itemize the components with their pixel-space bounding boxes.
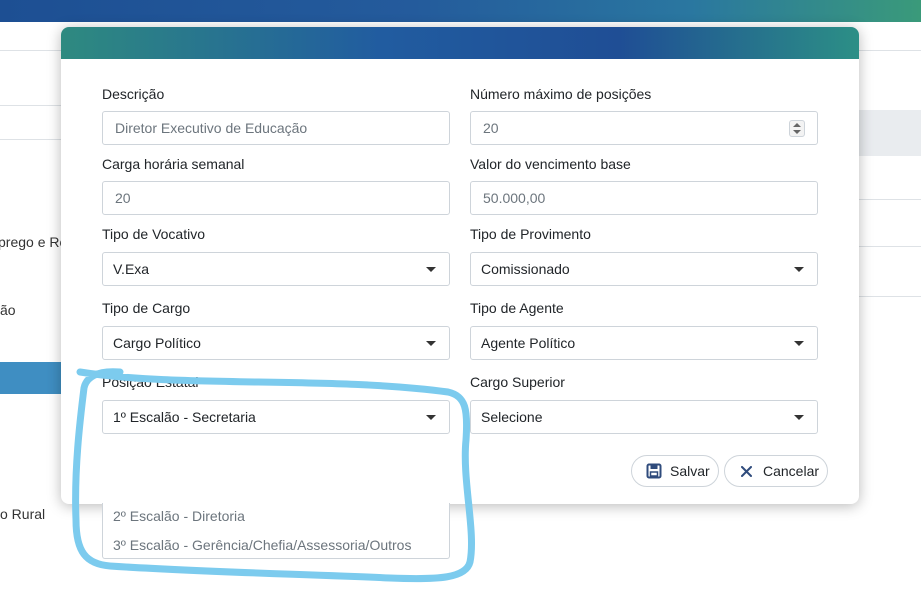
bg-divider — [859, 246, 921, 247]
tipo-provimento-select[interactable]: Comissionado — [470, 252, 818, 286]
valor-vencimento-input[interactable]: 50.000,00 — [470, 181, 818, 215]
save-button[interactable]: Salvar — [631, 455, 719, 487]
tipo-agente-select[interactable]: Agente Político — [470, 326, 818, 360]
descricao-input[interactable]: Diretor Executivo de Educação — [102, 111, 450, 145]
posicao-estatal-select[interactable]: 1º Escalão - Secretaria — [102, 400, 450, 434]
caret-down-icon — [794, 267, 804, 272]
cargo-superior-select[interactable]: Selecione — [470, 400, 818, 434]
tipo-vocativo-select[interactable]: V.Exa — [102, 252, 450, 286]
carga-horaria-label: Carga horária semanal — [102, 156, 245, 172]
caret-down-icon — [426, 415, 436, 420]
tipo-vocativo-label: Tipo de Vocativo — [102, 226, 205, 242]
bg-divider — [859, 296, 921, 297]
save-icon — [646, 463, 662, 479]
bg-text-emprego: prego e Re — [0, 234, 68, 250]
dropdown-option[interactable]: 2º Escalão - Diretoria — [113, 508, 245, 524]
spin-up-icon[interactable] — [793, 123, 801, 127]
dropdown-option[interactable]: 3º Escalão - Gerência/Chefia/Assessoria/… — [113, 537, 411, 553]
bg-table-header — [859, 110, 921, 156]
caret-down-icon — [794, 415, 804, 420]
descricao-label: Descrição — [102, 86, 165, 102]
caret-down-icon — [426, 341, 436, 346]
tipo-cargo-select[interactable]: Cargo Político — [102, 326, 450, 360]
posicao-estatal-value: 1º Escalão - Secretaria — [113, 409, 256, 425]
posicao-estatal-label: Posição Estatal — [102, 374, 199, 390]
tipo-provimento-value: Comissionado — [481, 261, 570, 277]
bg-divider — [859, 199, 921, 200]
cancel-button[interactable]: Cancelar — [724, 455, 828, 487]
edit-cargo-modal: Descrição Diretor Executivo de Educação … — [61, 27, 859, 504]
caret-down-icon — [794, 341, 804, 346]
cargo-superior-label: Cargo Superior — [470, 374, 565, 390]
tipo-agente-label: Tipo de Agente — [470, 300, 564, 316]
numero-maximo-label: Número máximo de posições — [470, 86, 652, 102]
carga-horaria-input[interactable]: 20 — [102, 181, 450, 215]
numero-maximo-value: 20 — [483, 120, 499, 136]
tipo-vocativo-value: V.Exa — [113, 261, 150, 277]
numero-maximo-input[interactable]: 20 — [470, 111, 818, 145]
tipo-cargo-value: Cargo Político — [113, 335, 201, 351]
modal-header — [61, 27, 859, 59]
cancel-button-label: Cancelar — [763, 463, 820, 479]
tipo-provimento-label: Tipo de Provimento — [470, 226, 591, 242]
bg-text-rural: o Rural — [0, 506, 46, 522]
tipo-cargo-label: Tipo de Cargo — [102, 300, 191, 316]
valor-vencimento-label: Valor do vencimento base — [470, 156, 631, 172]
bg-text-situacao: ão — [0, 302, 16, 318]
tipo-agente-value: Agente Político — [481, 335, 576, 351]
close-icon — [741, 466, 752, 477]
save-button-label: Salvar — [670, 463, 710, 479]
number-spinner[interactable] — [789, 120, 805, 137]
cargo-superior-value: Selecione — [481, 409, 543, 425]
caret-down-icon — [426, 267, 436, 272]
posicao-estatal-options: 2º Escalão - Diretoria 3º Escalão - Gerê… — [102, 503, 450, 559]
app-header-bar — [0, 0, 921, 22]
spin-down-icon[interactable] — [793, 130, 801, 134]
